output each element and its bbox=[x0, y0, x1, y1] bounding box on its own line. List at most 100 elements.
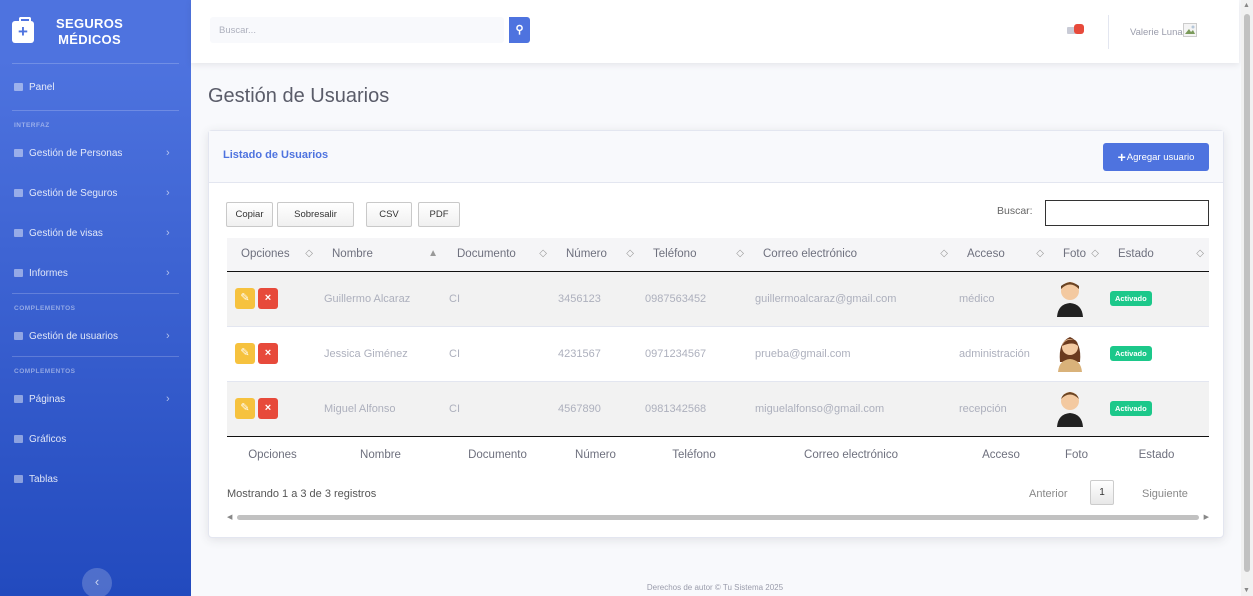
column-header-acceso[interactable]: Acceso ◇ bbox=[953, 238, 1049, 272]
edit-button[interactable]: ✎ bbox=[235, 398, 255, 419]
pagination-next[interactable]: Siguiente bbox=[1142, 488, 1188, 500]
footer-copyright: Derechos de autor © Tu Sistema 2025 bbox=[646, 583, 784, 592]
scrollbar-thumb[interactable] bbox=[1244, 14, 1250, 572]
scroll-right-icon[interactable]: ▶ bbox=[1204, 513, 1209, 521]
file-icon bbox=[14, 189, 23, 197]
cell-nombre: Jessica Giménez bbox=[318, 325, 443, 381]
sidebar-item-seguros[interactable]: Gestión de Seguros › bbox=[0, 173, 191, 213]
column-header-foto[interactable]: Foto ◇ bbox=[1049, 238, 1104, 272]
delete-button[interactable]: × bbox=[258, 343, 278, 364]
sort-icon: ◇ bbox=[1196, 248, 1204, 259]
add-user-button[interactable]: + Agregar usuario bbox=[1103, 143, 1209, 171]
sidebar-item-label: Tablas bbox=[29, 473, 58, 485]
cell-telefono: 0987563452 bbox=[639, 270, 749, 326]
edit-button[interactable]: ✎ bbox=[235, 288, 255, 309]
footer-opciones: Opciones bbox=[227, 435, 318, 473]
close-icon: × bbox=[264, 292, 272, 304]
brand[interactable]: + SEGUROS MÉDICOS bbox=[0, 0, 191, 63]
search-icon: ⚲ bbox=[515, 24, 524, 36]
sidebar-item-tablas[interactable]: Tablas bbox=[0, 459, 191, 499]
copy-button[interactable]: Copiar bbox=[226, 202, 273, 227]
card-title: Listado de Usuarios bbox=[223, 149, 329, 161]
sort-icon: ◇ bbox=[736, 248, 744, 259]
options-cell: ✎ × bbox=[227, 380, 318, 436]
sidebar-item-panel[interactable]: Panel bbox=[0, 64, 191, 110]
cell-numero: 3456123 bbox=[552, 270, 639, 326]
cell-documento: CI bbox=[443, 325, 552, 381]
cell-numero: 4231567 bbox=[552, 325, 639, 381]
brand-line2: MÉDICOS bbox=[58, 31, 121, 47]
dashboard-icon bbox=[14, 83, 23, 91]
pdf-button[interactable]: PDF bbox=[418, 202, 460, 227]
plus-icon: + bbox=[1117, 149, 1126, 165]
delete-button[interactable]: × bbox=[258, 398, 278, 419]
cell-documento: CI bbox=[443, 380, 552, 436]
column-header-telefono[interactable]: Teléfono ◇ bbox=[639, 238, 749, 272]
cell-correo: prueba@gmail.com bbox=[749, 325, 953, 381]
column-header-estado[interactable]: Estado ◇ bbox=[1104, 238, 1209, 272]
cell-foto bbox=[1049, 325, 1104, 381]
sidebar-item-usuarios[interactable]: Gestión de usuarios › bbox=[0, 316, 191, 356]
sidebar-item-personas[interactable]: Gestión de Personas › bbox=[0, 133, 191, 173]
sidebar-item-label: Panel bbox=[29, 81, 55, 93]
search-input[interactable]: Buscar... bbox=[210, 17, 504, 43]
user-cog-icon bbox=[14, 332, 23, 340]
table-horizontal-scrollbar[interactable]: ◀ ▶ bbox=[227, 513, 1209, 523]
sort-icon: ◇ bbox=[940, 248, 948, 259]
sidebar-item-visas[interactable]: Gestión de visas › bbox=[0, 213, 191, 253]
excel-button[interactable]: Sobresalir bbox=[277, 202, 354, 227]
sort-icon: ◇ bbox=[626, 248, 634, 259]
sidebar-heading: COMPLEMENTOS bbox=[14, 367, 76, 375]
male-avatar-icon bbox=[1057, 282, 1083, 317]
scroll-left-icon[interactable]: ◀ bbox=[227, 513, 232, 521]
cell-nombre: Miguel Alfonso bbox=[318, 380, 443, 436]
column-header-documento[interactable]: Documento ◇ bbox=[443, 238, 552, 272]
user-name[interactable]: Valerie Luna bbox=[1130, 27, 1183, 38]
sidebar-item-label: Gestión de visas bbox=[29, 227, 103, 239]
sidebar-heading: INTERFAZ bbox=[14, 121, 50, 129]
footer-foto: Foto bbox=[1049, 435, 1104, 473]
sidebar-item-label: Informes bbox=[29, 267, 68, 279]
page-scrollbar[interactable]: ▲ ▼ bbox=[1241, 0, 1253, 596]
male-avatar-icon bbox=[1057, 392, 1083, 427]
sidebar-item-label: Gestión de Seguros bbox=[29, 187, 118, 199]
chart-icon bbox=[14, 435, 23, 443]
avatar[interactable] bbox=[1183, 23, 1197, 37]
cell-acceso: administración bbox=[953, 325, 1049, 381]
footer-numero: Número bbox=[552, 435, 639, 473]
sidebar-item-graficos[interactable]: Gráficos bbox=[0, 419, 191, 459]
table-filter-input[interactable] bbox=[1045, 200, 1209, 226]
csv-button[interactable]: CSV bbox=[366, 202, 412, 227]
alert-badge bbox=[1074, 24, 1084, 34]
options-cell: ✎ × bbox=[227, 325, 318, 381]
cell-correo: miguelalfonso@gmail.com bbox=[749, 380, 953, 436]
brand-line1: SEGUROS bbox=[56, 15, 124, 31]
delete-button[interactable]: × bbox=[258, 288, 278, 309]
table-row: ✎ × Miguel Alfonso CI 4567890 0981342568 … bbox=[227, 380, 1209, 436]
sidebar-item-paginas[interactable]: Páginas › bbox=[0, 379, 191, 419]
column-header-opciones[interactable]: Opciones ◇ bbox=[227, 238, 318, 272]
sidebar-divider bbox=[12, 356, 179, 357]
search-button[interactable]: ⚲ bbox=[509, 17, 530, 43]
female-avatar-icon bbox=[1058, 337, 1082, 372]
pagination-page-1[interactable]: 1 bbox=[1090, 480, 1114, 505]
column-header-numero[interactable]: Número ◇ bbox=[552, 238, 639, 272]
cell-estado: Activado bbox=[1104, 270, 1209, 326]
cell-foto bbox=[1049, 270, 1104, 326]
cell-estado: Activado bbox=[1104, 380, 1209, 436]
card-icon bbox=[14, 229, 23, 237]
scrollbar-thumb[interactable] bbox=[237, 515, 1199, 520]
column-header-nombre[interactable]: Nombre ▲ bbox=[318, 238, 443, 272]
sort-icon: ◇ bbox=[539, 248, 547, 259]
sidebar-divider bbox=[12, 110, 179, 111]
column-header-correo[interactable]: Correo electrónico ◇ bbox=[749, 238, 953, 272]
footer-estado: Estado bbox=[1104, 435, 1209, 473]
scroll-up-icon[interactable]: ▲ bbox=[1243, 2, 1250, 9]
pagination-previous[interactable]: Anterior bbox=[1029, 488, 1068, 500]
scroll-down-icon[interactable]: ▼ bbox=[1243, 587, 1250, 594]
sidebar: + SEGUROS MÉDICOS Panel INTERFAZ Gestión… bbox=[0, 0, 191, 596]
chevron-right-icon: › bbox=[166, 227, 170, 239]
sidebar-toggle-button[interactable]: ‹ bbox=[82, 568, 112, 596]
edit-button[interactable]: ✎ bbox=[235, 343, 255, 364]
sidebar-item-informes[interactable]: Informes › bbox=[0, 253, 191, 293]
